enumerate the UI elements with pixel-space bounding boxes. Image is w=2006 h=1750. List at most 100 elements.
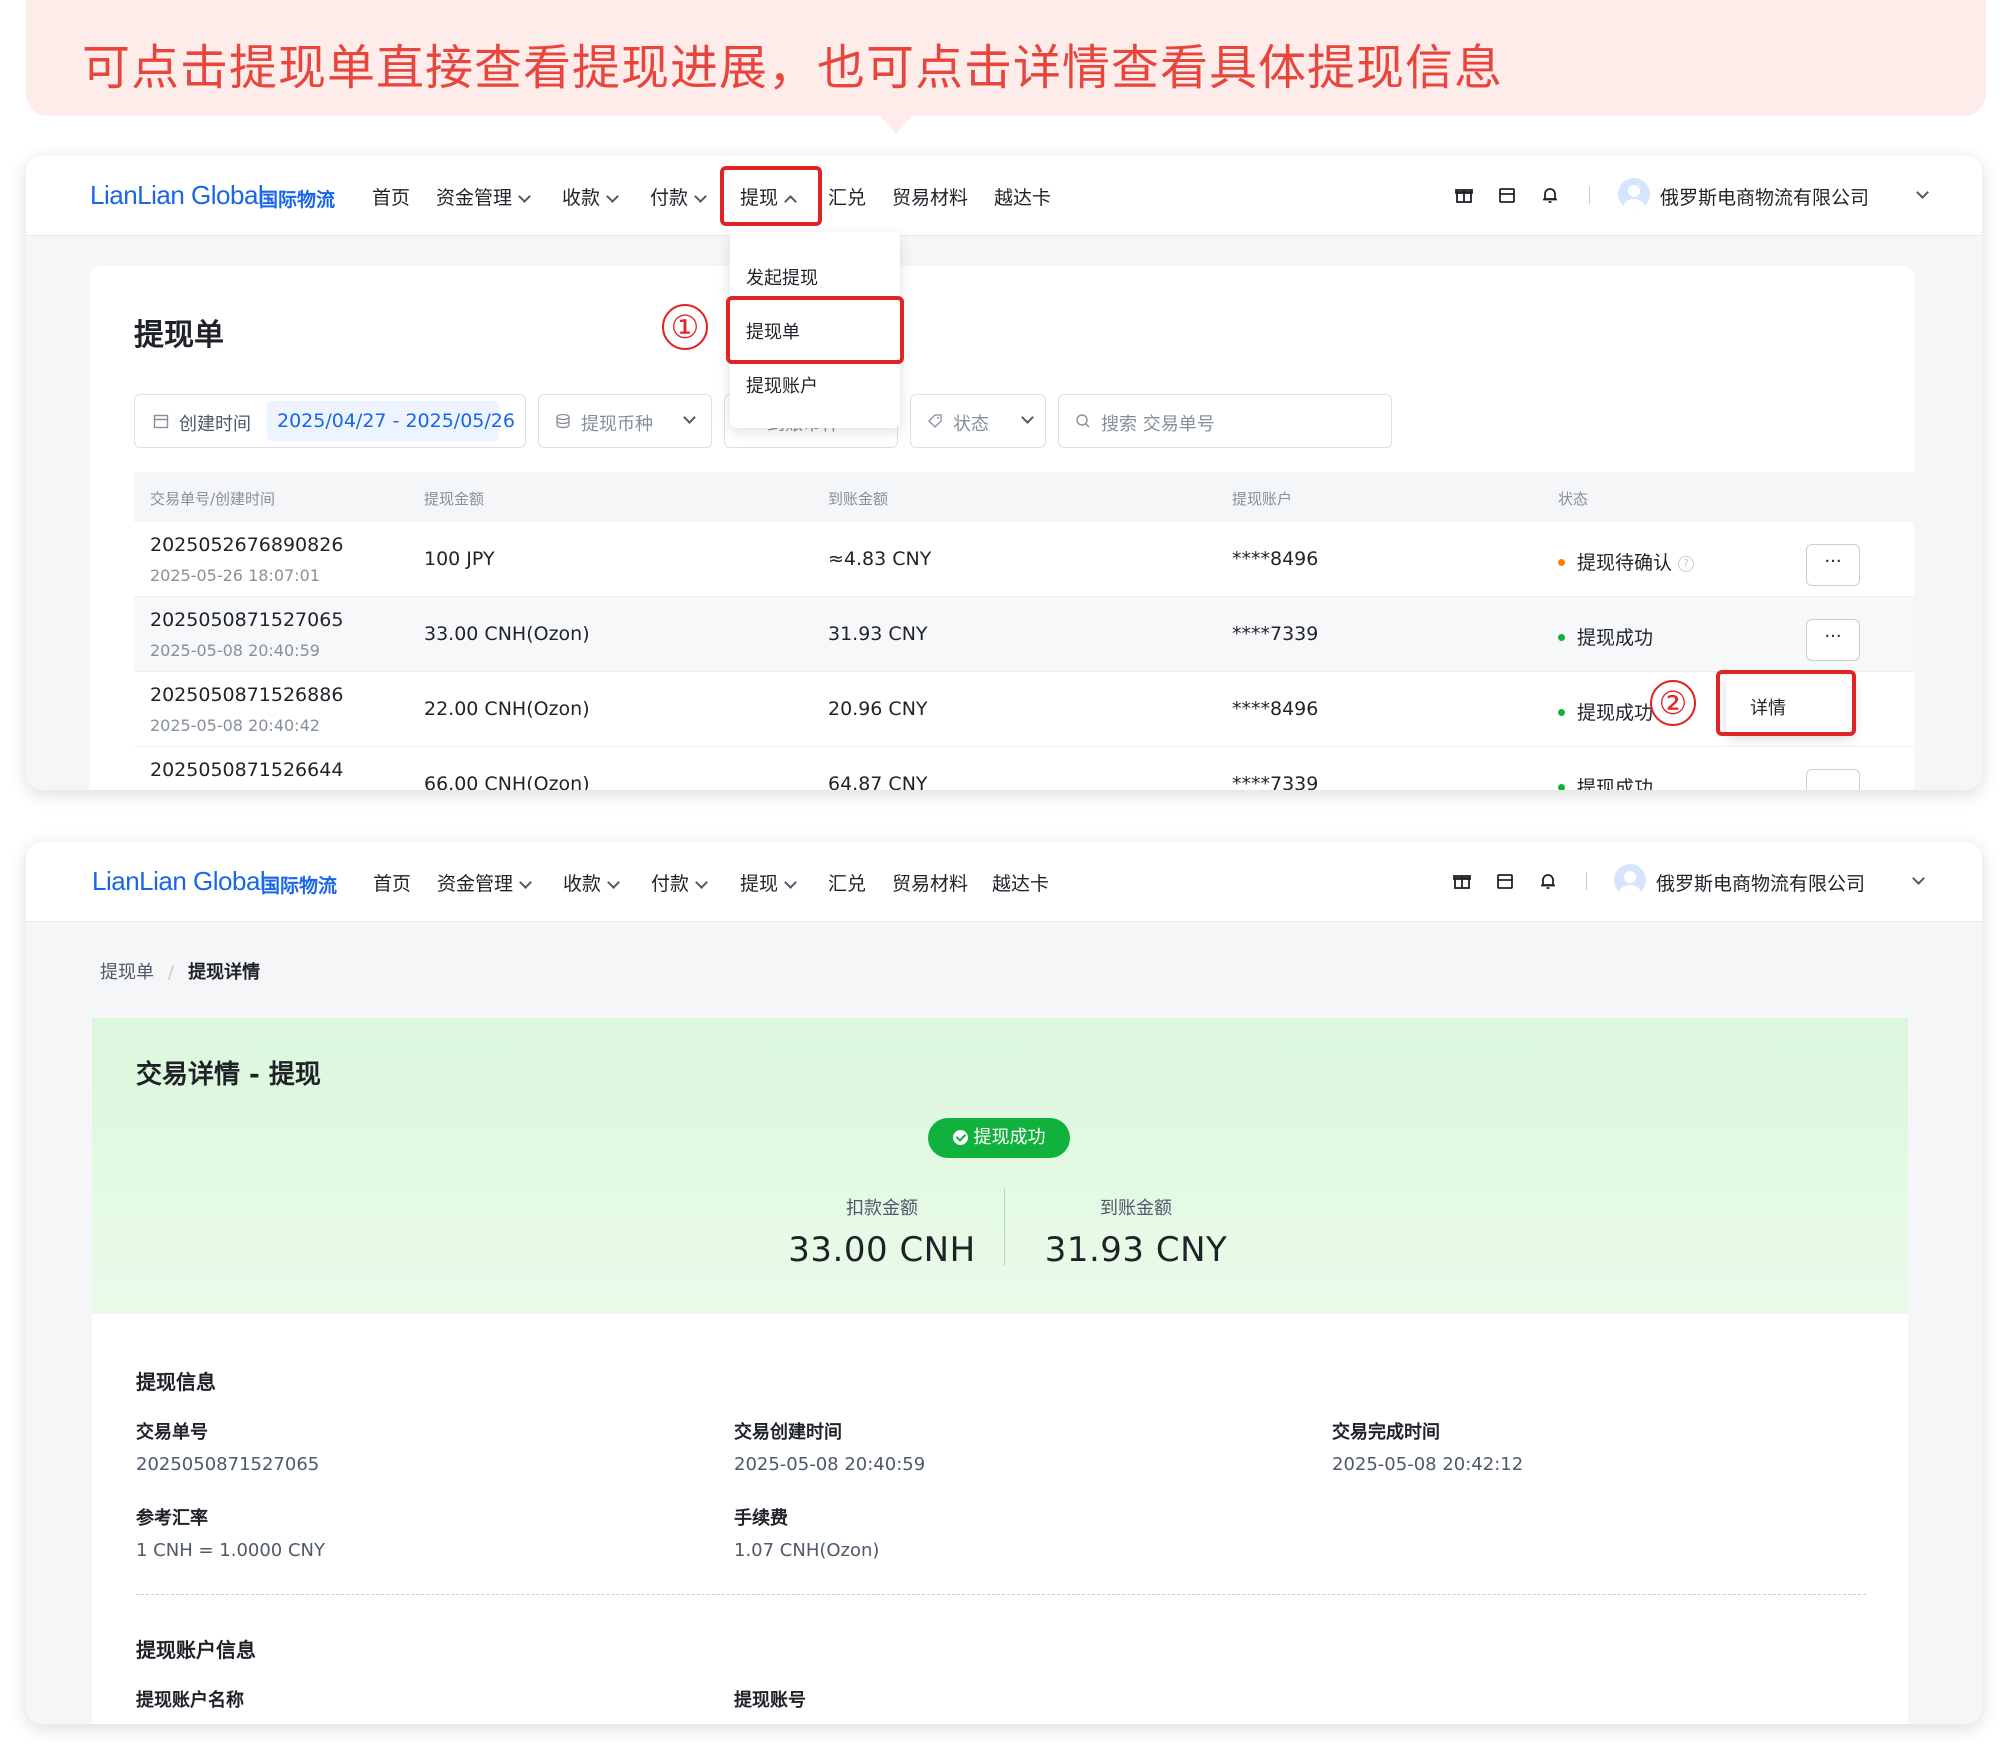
status-dot — [1558, 784, 1565, 790]
nav-trade-docs[interactable]: 贸易材料 — [892, 869, 968, 896]
bell-icon[interactable] — [1540, 185, 1560, 205]
txn-no-value: 2025050871527065 — [136, 1454, 320, 1475]
txn-id[interactable]: 2025052676890826 — [150, 534, 343, 556]
brand-logo[interactable]: LianLian Global — [90, 180, 264, 211]
gift-icon[interactable] — [1454, 185, 1474, 205]
nav-receive[interactable]: 收款 — [562, 183, 619, 210]
chevron-down-icon — [784, 876, 797, 889]
highlight-detail-item — [1716, 670, 1856, 736]
arrival-amount: 31.93 CNY — [828, 623, 928, 645]
company-name[interactable]: 俄罗斯电商物流有限公司 — [1656, 869, 1865, 896]
txn-id[interactable]: 2025050871526644 — [150, 759, 343, 781]
chevron-down-icon — [1015, 409, 1034, 430]
txn-time: 2025-05-26 18:07:01 — [150, 566, 320, 585]
status-text: 提现成功 — [1577, 627, 1654, 649]
created-date-filter[interactable]: 创建时间 2025/04/27 - 2025/05/26 — [134, 394, 526, 448]
nav-pay[interactable]: 付款 — [650, 183, 707, 210]
banner-pointer — [880, 116, 912, 134]
account-menu-toggle[interactable] — [1906, 869, 1925, 891]
page-title: 提现单 — [134, 318, 224, 353]
status-filter[interactable]: 状态 — [910, 394, 1046, 448]
chevron-down-icon — [677, 409, 696, 430]
company-name[interactable]: 俄罗斯电商物流有限公司 — [1660, 183, 1869, 210]
calendar-icon[interactable] — [1495, 871, 1515, 891]
withdraw-account: ****8496 — [1232, 698, 1319, 720]
nav-receive[interactable]: 收款 — [563, 869, 620, 896]
nav-pay[interactable]: 付款 — [651, 869, 708, 896]
brand-logo[interactable]: LianLian Global — [92, 866, 266, 897]
help-icon[interactable]: ? — [1678, 556, 1695, 572]
section-divider — [136, 1594, 1866, 1595]
col-txn: 交易单号/创建时间 — [150, 490, 276, 508]
nav-divider — [1589, 186, 1590, 204]
status-badge: 提现成功 — [1558, 773, 1653, 790]
table-row[interactable]: 2025050871527065 2025-05-08 20:40:59 33.… — [134, 597, 1914, 672]
txn-id[interactable]: 2025050871527065 — [150, 609, 343, 631]
status-dot — [1558, 709, 1565, 716]
nav-card[interactable]: 越达卡 — [992, 869, 1049, 896]
status-dot — [1558, 634, 1565, 641]
more-actions-button[interactable] — [1806, 769, 1860, 790]
calendar-icon[interactable] — [1497, 185, 1517, 205]
nav-receive-label: 收款 — [562, 187, 601, 209]
nav-home[interactable]: 首页 — [373, 869, 411, 896]
breadcrumb-separator: / — [168, 962, 175, 983]
section-account-info: 提现账户信息 — [136, 1638, 256, 1662]
table-row[interactable]: 2025050871526886 2025-05-08 20:40:42 22.… — [134, 672, 1914, 747]
status-filter-label: 状态 — [953, 414, 989, 435]
more-actions-button[interactable]: ··· — [1806, 619, 1860, 661]
txn-no-label: 交易单号 — [136, 1422, 208, 1443]
completed-time-value: 2025-05-08 20:42:12 — [1332, 1454, 1524, 1475]
nav-funds-label: 资金管理 — [436, 187, 513, 209]
search-icon — [1076, 414, 1090, 428]
nav-withdraw[interactable]: 提现 — [740, 869, 797, 896]
gift-icon[interactable] — [1452, 871, 1472, 891]
dropdown-item-accounts[interactable]: 提现账户 — [746, 372, 818, 398]
nav-exchange[interactable]: 汇兑 — [828, 183, 866, 210]
arrive-amount-label: 到账金额 — [1100, 1198, 1172, 1219]
currency-filter-label: 提现币种 — [581, 414, 653, 435]
nav-exchange[interactable]: 汇兑 — [828, 869, 866, 896]
txn-time: 2025-05-08 20:40:59 — [150, 641, 320, 660]
nav-funds[interactable]: 资金管理 — [437, 869, 532, 896]
status-badge: 提现待确认? — [1558, 548, 1695, 575]
currency-filter[interactable]: 提现币种 — [538, 394, 712, 448]
withdraw-account: ****7339 — [1232, 773, 1319, 790]
nav-funds[interactable]: 资金管理 — [436, 183, 531, 210]
table-header: 交易单号/创建时间 提现金额 到账金额 提现账户 状态 — [134, 472, 1914, 522]
user-avatar[interactable] — [1614, 864, 1646, 896]
user-avatar[interactable] — [1618, 178, 1650, 210]
account-menu-toggle[interactable] — [1910, 183, 1929, 205]
nav-funds-label: 资金管理 — [437, 873, 514, 895]
chevron-down-icon — [1916, 186, 1929, 199]
tag-icon — [928, 414, 942, 428]
detail-title: 交易详情 - 提现 — [136, 1060, 321, 1090]
breadcrumb-withdraw-list[interactable]: 提现单 — [100, 962, 154, 983]
table-row[interactable]: 2025050871526644 66.00 CNH(Ozon) 64.87 C… — [134, 747, 1914, 790]
txn-id[interactable]: 2025050871526886 — [150, 684, 343, 706]
more-actions-button[interactable]: ··· — [1806, 544, 1860, 586]
banner-text: 可点击提现单直接查看提现进展，也可点击详情查看具体提现信息 — [82, 40, 1504, 96]
nav-home[interactable]: 首页 — [372, 183, 410, 210]
chevron-down-icon — [518, 190, 531, 203]
nav-divider — [1586, 872, 1587, 890]
dropdown-item-initiate[interactable]: 发起提现 — [746, 264, 818, 290]
arrive-amount-value: 31.93 CNY — [1044, 1230, 1228, 1270]
date-range-value[interactable]: 2025/04/27 - 2025/05/26 — [267, 401, 515, 441]
completed-time-label: 交易完成时间 — [1332, 1422, 1440, 1443]
step-2-marker: ② — [1650, 680, 1696, 726]
search-input[interactable]: 搜索 交易单号 — [1058, 394, 1392, 448]
withdraw-amount: 100 JPY — [424, 548, 495, 570]
top-navigation: LianLian Global 国际物流 首页 资金管理 收款 付款 提现 汇兑… — [26, 156, 1982, 236]
withdraw-detail-screenshot: LianLian Global 国际物流 首页 资金管理 收款 付款 提现 汇兑… — [26, 842, 1982, 1724]
table-row[interactable]: 2025052676890826 2025-05-26 18:07:01 100… — [134, 522, 1914, 597]
search-placeholder: 搜索 交易单号 — [1101, 414, 1215, 435]
arrival-amount: ≈4.83 CNY — [828, 548, 932, 570]
rate-value: 1 CNH = 1.0000 CNY — [136, 1540, 325, 1561]
withdraw-list-card: 提现单 创建时间 2025/04/27 - 2025/05/26 提现币种 到账… — [90, 266, 1914, 790]
step-1-marker: ① — [662, 304, 708, 350]
bell-icon[interactable] — [1538, 871, 1558, 891]
nav-trade-docs[interactable]: 贸易材料 — [892, 183, 968, 210]
nav-card[interactable]: 越达卡 — [994, 183, 1051, 210]
account-no-label: 提现账号 — [734, 1690, 806, 1711]
